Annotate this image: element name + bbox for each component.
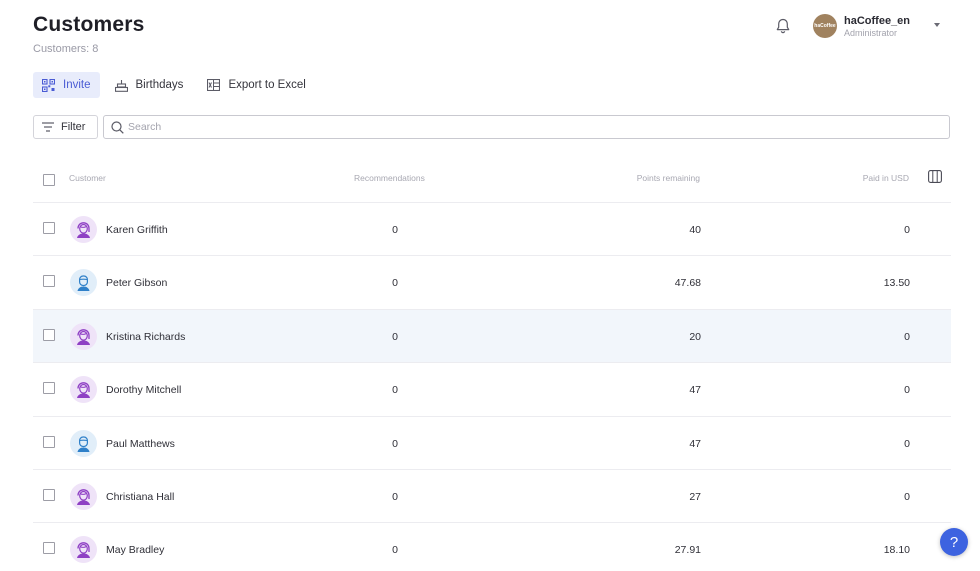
export-label: Export to Excel (228, 79, 306, 91)
select-all-checkbox[interactable] (43, 174, 55, 186)
filter-icon (42, 122, 54, 132)
customer-name[interactable]: Kristina Richards (106, 331, 185, 343)
column-points-remaining[interactable]: Points remaining (637, 173, 700, 183)
invite-label: Invite (63, 79, 91, 91)
male-avatar-icon (70, 269, 97, 297)
paid-usd-value: 0 (904, 330, 910, 343)
row-checkbox[interactable] (43, 435, 55, 448)
paid-usd-value: 0 (904, 384, 910, 397)
row-checkbox[interactable] (43, 222, 55, 234)
points-remaining-value: 27.91 (674, 544, 701, 557)
page-header: Customers Customers: 8 (33, 13, 145, 55)
points-remaining-value: 40 (689, 224, 701, 236)
table-row[interactable]: Peter Gibson 0 47.68 13.50 (33, 256, 951, 310)
birthdays-label: Birthdays (135, 79, 184, 91)
search-icon (111, 120, 124, 134)
points-remaining-value: 47 (689, 437, 701, 450)
user-name: haCoffee_en (844, 14, 911, 27)
filter-label: Filter (61, 121, 86, 133)
column-recommendations[interactable]: Recommendations (354, 173, 425, 183)
row-checkbox[interactable] (43, 542, 55, 555)
column-customer[interactable]: Customer (69, 173, 106, 183)
recommendations-value: 0 (392, 437, 398, 450)
user-menu[interactable]: haCoffee haCoffee_en Administrator (813, 14, 940, 38)
points-remaining-value: 47 (689, 384, 701, 397)
page-title: Customers (33, 13, 145, 36)
table-row[interactable]: Kristina Richards 0 20 0 (33, 309, 951, 364)
customer-name[interactable]: Karen Griffith (106, 224, 168, 236)
company-logo: haCoffee (813, 14, 837, 38)
female-avatar-icon (70, 376, 97, 404)
paid-usd-value: 18.10 (883, 544, 910, 557)
recommendations-value: 0 (392, 224, 398, 236)
recommendations-value: 0 (392, 544, 398, 557)
paid-usd-value: 0 (904, 224, 910, 236)
export-to-excel-button[interactable]: Export to Excel (198, 72, 314, 98)
female-avatar-icon (70, 216, 97, 243)
female-avatar-icon (70, 536, 97, 564)
row-checkbox[interactable] (43, 382, 55, 395)
customer-name[interactable]: Christiana Hall (106, 491, 174, 503)
recommendations-value: 0 (392, 490, 398, 503)
customer-name[interactable]: May Bradley (106, 544, 164, 556)
row-checkbox[interactable] (43, 275, 55, 288)
points-remaining-value: 20 (689, 330, 701, 343)
customers-table: Customer Recommendations Points remainin… (33, 158, 951, 571)
table-body: Karen Griffith 0 40 0 Peter Gibson 0 47.68 13.5… (33, 203, 951, 571)
cake-icon (114, 79, 128, 92)
table-row[interactable]: May Bradley 0 27.91 18.10 (33, 523, 951, 571)
paid-usd-value: 13.50 (883, 277, 910, 290)
logo-text: haCoffee (814, 23, 836, 29)
recommendations-value: 0 (392, 277, 398, 290)
invite-button[interactable]: Invite (33, 72, 100, 98)
toolbar: Invite Birthdays Export to Excel (33, 72, 321, 98)
customer-count: Customers: 8 (33, 43, 99, 55)
table-header: Customer Recommendations Points remainin… (33, 158, 951, 203)
filter-button[interactable]: Filter (33, 115, 98, 139)
customer-name[interactable]: Peter Gibson (106, 277, 167, 289)
customer-name[interactable]: Dorothy Mitchell (106, 384, 181, 396)
search-input[interactable] (128, 121, 928, 133)
row-checkbox[interactable] (43, 488, 55, 501)
table-row[interactable]: Karen Griffith 0 40 0 (33, 203, 951, 257)
recommendations-value: 0 (392, 330, 398, 343)
excel-icon (207, 79, 221, 91)
table-row[interactable]: Paul Matthews 0 47 0 (33, 417, 951, 470)
male-avatar-icon (70, 429, 97, 457)
birthdays-button[interactable]: Birthdays (106, 72, 193, 98)
qr-code-icon (42, 78, 55, 92)
female-avatar-icon (70, 482, 97, 510)
paid-usd-value: 0 (904, 437, 910, 450)
paid-usd-value: 0 (904, 490, 910, 503)
customer-name[interactable]: Paul Matthews (106, 438, 175, 450)
recommendations-value: 0 (392, 384, 398, 397)
table-row[interactable]: Christiana Hall 0 27 0 (33, 470, 951, 524)
chevron-down-icon[interactable] (934, 23, 940, 27)
column-paid-in-usd[interactable]: Paid in USD (863, 173, 909, 183)
row-checkbox[interactable] (43, 328, 55, 341)
search-box[interactable] (103, 115, 950, 139)
help-button[interactable]: ? (940, 528, 968, 556)
points-remaining-value: 47.68 (674, 277, 701, 290)
table-row[interactable]: Dorothy Mitchell 0 47 0 (33, 363, 951, 417)
female-avatar-icon (70, 322, 97, 350)
bell-icon[interactable] (774, 17, 792, 35)
points-remaining-value: 27 (689, 490, 701, 503)
columns-settings-icon[interactable] (928, 170, 942, 183)
user-role: Administrator (844, 27, 898, 38)
